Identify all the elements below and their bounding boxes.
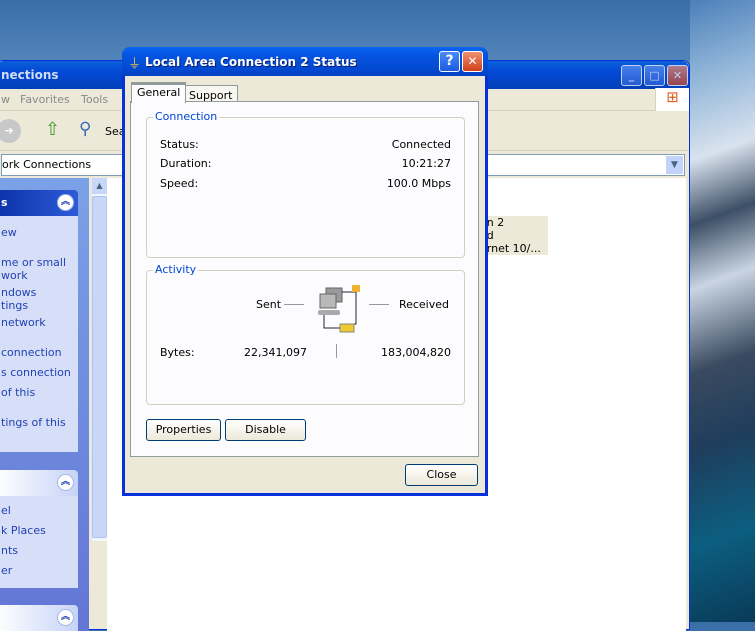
minimize-button[interactable]: _ (621, 65, 642, 86)
activity-group: Activity Sent Received Bytes: 22,341,097… (146, 263, 465, 405)
other-places-header[interactable]: ︽ (0, 470, 78, 496)
task-pane: s ︽ ew me or small work ndows tings netw… (0, 178, 89, 631)
close-window-button[interactable]: ✕ (667, 65, 688, 86)
address-dropdown-icon[interactable]: ▼ (666, 156, 683, 174)
duration-label: Duration: (160, 157, 212, 170)
help-button[interactable]: ? (439, 51, 460, 72)
dialog-title-bar[interactable]: ⏚ Local Area Connection 2 Status ? ✕ (122, 47, 488, 76)
forward-icon[interactable]: ➔ (0, 119, 21, 143)
task-link[interactable]: work (1, 269, 28, 282)
status-label: Status: (160, 138, 199, 151)
collapse-icon[interactable]: ︽ (57, 474, 74, 491)
place-link[interactable]: el (1, 504, 11, 517)
task-link[interactable]: ndows (1, 286, 36, 299)
collapse-icon[interactable]: ︽ (57, 609, 74, 626)
task-link[interactable]: network (1, 316, 46, 329)
network-tasks-panel: ew me or small work ndows tings network … (0, 216, 78, 452)
desktop-wallpaper (690, 0, 755, 622)
menu-view[interactable]: w (1, 93, 10, 106)
other-places-panel: el k Places nts er (0, 496, 78, 588)
task-link[interactable]: s connection (1, 366, 71, 379)
bytes-sent-value: 22,341,097 (244, 346, 307, 359)
task-link[interactable]: tings of this (1, 416, 66, 429)
disable-button[interactable]: Disable (225, 419, 306, 441)
up-folder-icon[interactable]: ⇧ (45, 119, 60, 140)
dialog-close-x-button[interactable]: ✕ (462, 51, 483, 72)
sent-label: Sent (256, 298, 282, 311)
details-header[interactable]: ︽ (0, 605, 78, 631)
task-link[interactable]: of this (1, 386, 35, 399)
task-link[interactable]: me or small (1, 256, 66, 269)
menu-favorites[interactable]: Favorites (20, 93, 70, 106)
connection-group: Connection Status: Connected Duration: 1… (146, 110, 465, 258)
maximize-button[interactable]: □ (644, 65, 665, 86)
address-text: ork Connections (2, 158, 92, 171)
close-button[interactable]: Close (405, 464, 478, 486)
tab-general[interactable]: General (131, 82, 187, 103)
task-link[interactable]: ew (1, 226, 17, 239)
menu-tools[interactable]: Tools (81, 93, 108, 106)
bytes-received-value: 183,004,820 (381, 346, 451, 359)
collapse-icon[interactable]: ︽ (57, 194, 74, 211)
explorer-title: nections (1, 68, 59, 82)
network-tasks-header[interactable]: s ︽ (0, 190, 78, 216)
scroll-thumb[interactable] (92, 196, 107, 538)
network-icon: ⏚ (128, 57, 142, 72)
task-link[interactable]: connection (1, 346, 62, 359)
duration-value: 10:21:27 (401, 157, 451, 170)
scroll-up-icon[interactable]: ▲ (92, 178, 107, 194)
place-link[interactable]: k Places (1, 524, 46, 537)
connection-status-dialog: ⏚ Local Area Connection 2 Status ? ✕ Gen… (122, 47, 488, 496)
received-label: Received (398, 298, 449, 311)
task-pane-scrollbar[interactable]: ▲ (91, 178, 107, 541)
place-link[interactable]: nts (1, 544, 18, 557)
bytes-label: Bytes: (160, 346, 195, 359)
search-icon[interactable]: ⚲ (79, 119, 91, 139)
task-link[interactable]: tings (1, 299, 28, 312)
properties-button[interactable]: Properties (146, 419, 221, 441)
speed-label: Speed: (160, 177, 199, 190)
windows-logo-icon: ⊞ (655, 88, 689, 111)
dialog-title: Local Area Connection 2 Status (145, 55, 357, 69)
network-computers-icon (318, 285, 360, 333)
speed-value: 100.0 Mbps (386, 177, 451, 190)
place-link[interactable]: er (1, 564, 12, 577)
general-tab-panel: Connection Status: Connected Duration: 1… (130, 101, 479, 457)
status-value: Connected (391, 138, 451, 151)
selected-connection-item[interactable]: on 2edernet 10/... (480, 216, 548, 255)
